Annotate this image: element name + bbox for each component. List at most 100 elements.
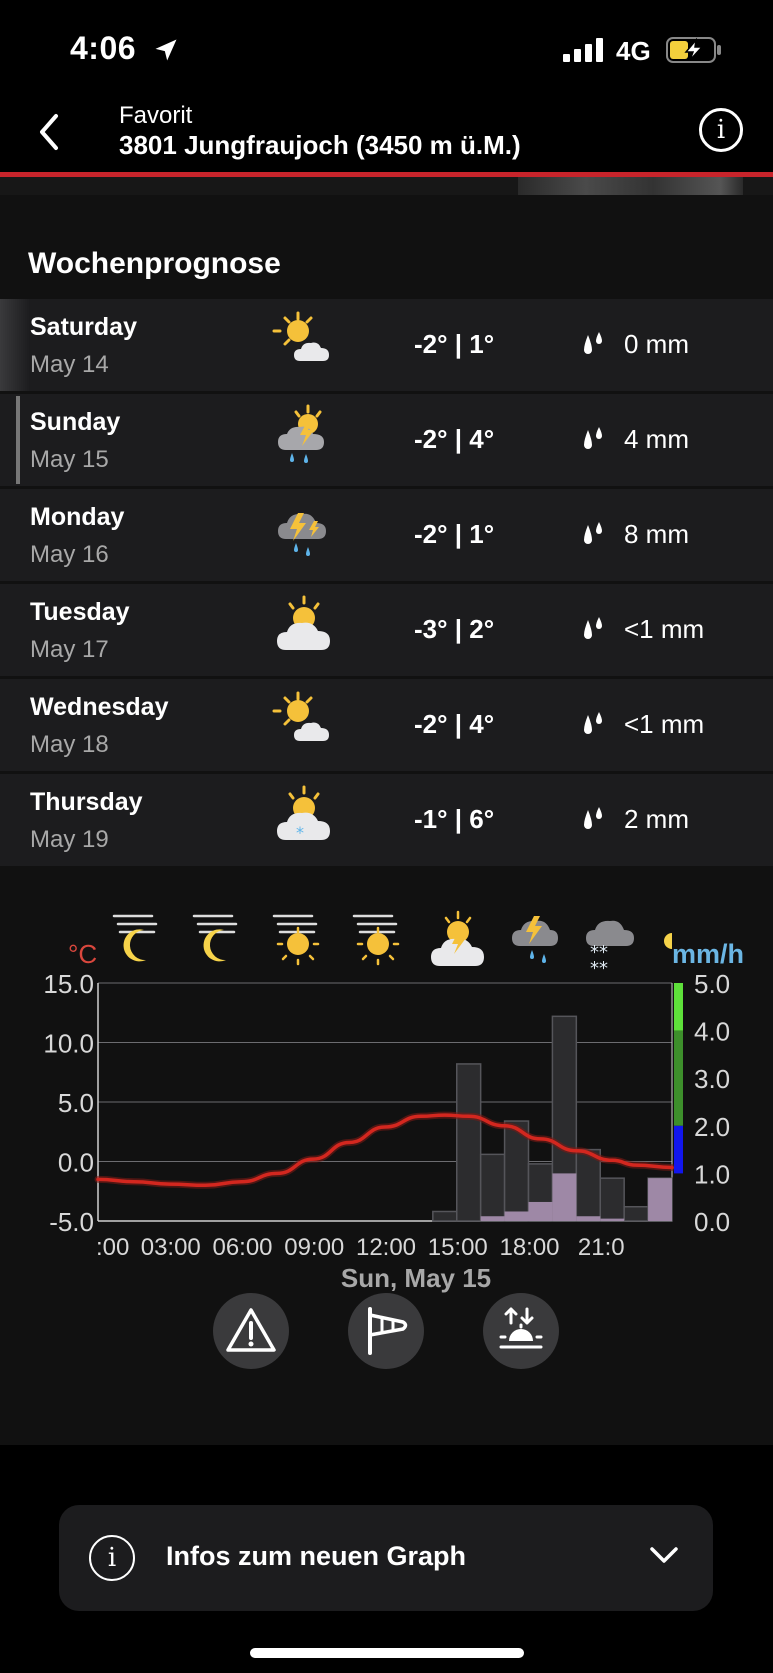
- scale-segment: [674, 983, 683, 1031]
- x-tick-label: 09:00: [284, 1234, 344, 1261]
- x-tick-label: :00: [96, 1234, 129, 1261]
- wind-moon-icon: [192, 914, 238, 962]
- forecast-precip: 0 mm: [624, 329, 689, 359]
- precip-bar-probable: [528, 1201, 553, 1221]
- battery-charging-icon: [666, 37, 721, 63]
- x-tick-label: 15:00: [428, 1234, 488, 1261]
- snow-sun-cloud-icon: *: [277, 785, 330, 842]
- y-tick-label-right: 2.0: [694, 1112, 730, 1142]
- precip-bar-probable: [552, 1173, 577, 1221]
- precip-scale-bar: [674, 983, 683, 1174]
- hourly-icons-row: ** **: [112, 910, 672, 979]
- info-circle-icon: i: [89, 1535, 135, 1581]
- precip-bar-upper: [479, 1153, 506, 1222]
- home-indicator: [250, 1648, 524, 1658]
- location-arrow-icon: [155, 39, 177, 61]
- cloud-sun-icon: [277, 595, 330, 650]
- status-time: 4:06: [70, 30, 137, 66]
- forecast-day: Wednesday: [30, 693, 169, 721]
- temperature-precip-chart[interactable]: ** ** 15.0 10.0 5.0 0.0 -5.0 5.0 4.0 3.0 2.0 1.0 0…: [0, 905, 773, 1305]
- raindrops-icon: [584, 332, 602, 354]
- chart-labels: 15.0 10.0 5.0 0.0 -5.0 5.0 4.0 3.0 2.0 1.0 0.0:00 0…: [43, 939, 744, 1293]
- forecast-precip: 2 mm: [624, 804, 689, 834]
- forecast-temps: -1° | 6°: [414, 804, 495, 834]
- precip-bar-upper: [456, 1063, 482, 1222]
- x-tick-label: 06:00: [212, 1234, 272, 1261]
- wind-sun-icon: [272, 914, 320, 966]
- cellular-signal-icon: [563, 38, 603, 62]
- forecast-day: Monday: [30, 503, 125, 531]
- precip-bar-upper: [599, 1177, 625, 1222]
- status-bar: 4:06 4G: [0, 0, 773, 100]
- forecast-row-tuesday[interactable]: Tuesday May 17 -3° | 2° <1 mm: [0, 584, 773, 676]
- forecast-day: Thursday: [30, 788, 143, 816]
- forecast-precip: 8 mm: [624, 519, 689, 549]
- y-tick-label-left: 15.0: [43, 969, 94, 999]
- forecast-temps: -3° | 2°: [414, 614, 495, 644]
- y-tick-label-left: 5.0: [58, 1088, 94, 1118]
- partial-icon: [664, 933, 672, 949]
- wind-sun-icon: [352, 914, 400, 966]
- precip-bar-probable: [504, 1211, 529, 1221]
- forecast-row-thursday[interactable]: Thursday May 19 * -1° | 6° 2 mm: [0, 774, 773, 866]
- raindrops-icon: [584, 522, 602, 544]
- forecast-date: May 17: [30, 636, 109, 663]
- precip-bar-upper: [432, 1210, 458, 1222]
- forecast-chart[interactable]: ** ** 15.0 10.0 5.0 0.0 -5.0 5.0 4.0 3.0 2.0 1.0 0…: [0, 905, 773, 1305]
- raindrops-icon: [584, 712, 602, 734]
- x-tick-label: 12:00: [356, 1234, 416, 1261]
- precip-bar-upper: [623, 1205, 649, 1222]
- forecast-row-wednesday[interactable]: Wednesday May 18 -2° | 4° <1 mm: [0, 679, 773, 771]
- sunrise-sunset-button[interactable]: [483, 1293, 559, 1369]
- precip-bar-probable: [480, 1216, 505, 1221]
- y-tick-label-right: 4.0: [694, 1017, 730, 1047]
- nav-title: 3801 Jungfraujoch (3450 m ü.M.): [119, 130, 521, 160]
- forecast-date: May 15: [30, 446, 109, 473]
- chart-action-buttons: [0, 1293, 773, 1393]
- sunrise-sunset-icon: [499, 1307, 543, 1349]
- forecast-row-sunday[interactable]: Sunday May 15 -2° | 4° 4 mm: [0, 394, 773, 486]
- x-tick-label: 03:00: [141, 1234, 201, 1261]
- forecast-day: Sunday: [30, 408, 121, 436]
- warnings-button[interactable]: [213, 1293, 289, 1369]
- precip-bar-probable: [648, 1178, 672, 1221]
- thunderstorm-rain-icon: [278, 513, 326, 556]
- scale-segment: [674, 1030, 683, 1126]
- forecast-temps: -2° | 4°: [414, 424, 495, 454]
- y-tick-label-left: -5.0: [49, 1207, 94, 1237]
- back-chevron-icon[interactable]: [34, 110, 64, 154]
- precip-bar-probable: [576, 1216, 601, 1221]
- sun-cloud-icon: [272, 691, 329, 741]
- forecast-list: Saturday May 14 -2° | 1° 0 mm Sunday May…: [0, 299, 773, 869]
- forecast-precip: <1 mm: [624, 709, 705, 739]
- y-tick-label-left: 10.0: [43, 1029, 94, 1059]
- windsock-icon: [368, 1307, 408, 1355]
- y-tick-label-right: 3.0: [694, 1064, 730, 1094]
- x-axis-label: Sun, May 15: [341, 1263, 491, 1293]
- info-icon[interactable]: i: [699, 108, 743, 152]
- forecast-precip: 4 mm: [624, 424, 689, 454]
- raindrops-icon: [584, 617, 602, 639]
- scale-segment: [674, 1125, 683, 1174]
- info-bar-label: Infos zum neuen Graph: [166, 1541, 467, 1571]
- info-new-graph-bar[interactable]: i Infos zum neuen Graph: [59, 1505, 713, 1611]
- wind-button[interactable]: [348, 1293, 424, 1369]
- forecast-day: Tuesday: [30, 598, 130, 626]
- y-axis-label-left: °C: [68, 939, 97, 969]
- forecast-precip: <1 mm: [624, 614, 705, 644]
- x-tick-label: 21:0: [578, 1234, 625, 1261]
- sun-thunder-cloud-icon: [431, 910, 484, 966]
- sun-cloud-icon: [272, 311, 329, 361]
- warning-triangle-icon: [226, 1308, 276, 1352]
- snow-cloud-icon: ** **: [586, 920, 634, 979]
- forecast-day: Saturday: [30, 313, 137, 341]
- svg-text:*: *: [296, 823, 304, 842]
- forecast-date: May 19: [30, 826, 109, 853]
- forecast-row-monday[interactable]: Monday May 16 -2° | 1° 8 mm: [0, 489, 773, 581]
- hero-image: [518, 177, 743, 195]
- forecast-row-saturday[interactable]: Saturday May 14 -2° | 1° 0 mm: [0, 299, 773, 391]
- raindrops-icon: [584, 427, 602, 449]
- raindrops-icon: [584, 807, 602, 829]
- nav-subtitle: Favorit: [119, 102, 193, 129]
- wind-moon-icon: [112, 914, 158, 962]
